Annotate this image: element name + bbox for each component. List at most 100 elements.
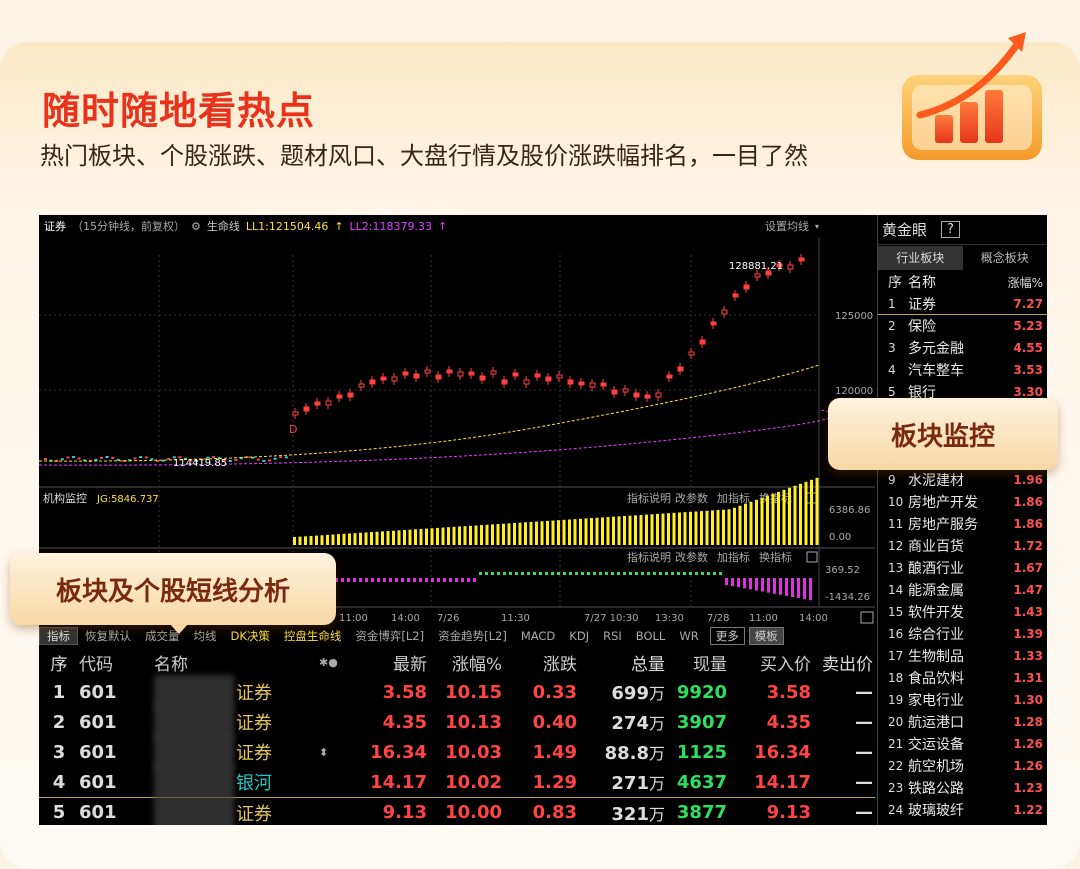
indicator2-bar bbox=[413, 578, 416, 582]
sector-row[interactable]: 24 玻璃玻纤 1.22 bbox=[878, 799, 1047, 821]
tab-industry[interactable]: 行业板块 bbox=[878, 246, 963, 270]
sector-row[interactable]: 9 水泥建材 1.96 bbox=[878, 469, 1047, 491]
col-header-pct[interactable]: 涨幅% bbox=[1003, 274, 1043, 291]
template-button[interactable]: 模板 bbox=[748, 627, 784, 645]
table-row[interactable]: 1 601 证券 3.58 10.15 0.33 699万 9920 3.58 … bbox=[39, 675, 875, 709]
candle bbox=[292, 411, 299, 416]
indicator1-bar bbox=[766, 495, 769, 545]
indicator1-bar bbox=[749, 501, 753, 545]
sector-row[interactable]: 12 商业百货 1.72 bbox=[878, 535, 1047, 557]
row-vol-value: 321 bbox=[611, 803, 649, 825]
indicator2-bar bbox=[491, 572, 494, 575]
indicator1-bar bbox=[650, 514, 654, 545]
sector-monitor-badge: 板块监控 bbox=[828, 398, 1058, 470]
sector-row[interactable]: 10 房地产开发 1.86 bbox=[878, 491, 1047, 513]
sector-row[interactable]: 14 能源金属 1.47 bbox=[878, 579, 1047, 601]
sector-row[interactable]: 19 家电行业 1.30 bbox=[878, 689, 1047, 711]
indicator1-bar bbox=[667, 513, 670, 545]
toolbar-item[interactable]: MACD bbox=[514, 629, 562, 643]
col-header-bid[interactable]: 买入价 bbox=[727, 650, 811, 675]
sector-row[interactable]: 3 多元金融 4.55 bbox=[878, 337, 1047, 359]
col-header-name[interactable]: 名称 bbox=[154, 650, 319, 675]
sector-row[interactable]: 17 生物制品 1.33 bbox=[878, 645, 1047, 667]
sector-row[interactable]: 11 房地产服务 1.86 bbox=[878, 513, 1047, 535]
col-header-code[interactable]: 代码 bbox=[79, 650, 154, 675]
toolbar-item[interactable]: 资金博弈[L2] bbox=[348, 628, 431, 644]
table-row[interactable]: 4 601 银河 14.17 10.02 1.29 271万 4637 14.1… bbox=[39, 765, 875, 799]
toolbar-item[interactable]: 恢复默认 bbox=[78, 628, 138, 644]
indicator2-link[interactable]: 换指标 bbox=[759, 550, 792, 564]
sector-row[interactable]: 4 汽车整车 3.53 bbox=[878, 359, 1047, 381]
indicator2-bar bbox=[743, 578, 746, 589]
toolbar-item[interactable]: 资金趋势[L2] bbox=[431, 628, 514, 644]
indicator2-link[interactable]: 加指标 bbox=[717, 550, 750, 564]
toolbar-item[interactable]: 均线 bbox=[187, 628, 224, 644]
indicator1-link[interactable]: 换指标 bbox=[759, 491, 792, 505]
sector-row[interactable]: 22 航空机场 1.26 bbox=[878, 755, 1047, 777]
sector-row[interactable]: 1 证券 7.27 bbox=[878, 293, 1047, 315]
indicator2-link[interactable]: 指标说明 bbox=[627, 550, 671, 564]
candle bbox=[380, 376, 387, 381]
indicator1-link[interactable]: 加指标 bbox=[717, 491, 750, 505]
indicator2-bar bbox=[581, 572, 584, 575]
toolbar-item[interactable]: 指标 bbox=[39, 627, 78, 645]
indicator2-bar bbox=[587, 572, 590, 575]
sector-row[interactable]: 13 酿酒行业 1.67 bbox=[878, 557, 1047, 579]
indicator2-bar bbox=[623, 572, 626, 575]
toolbar-item[interactable]: WR bbox=[672, 629, 705, 643]
col-header-pct[interactable]: 涨幅% bbox=[427, 650, 502, 675]
row-last: 3.58 bbox=[382, 681, 427, 703]
time-tick: 11:00 bbox=[749, 613, 778, 624]
col-header-ask[interactable]: 卖出价 bbox=[811, 650, 873, 675]
indicator2-bar bbox=[767, 578, 770, 593]
row-name: 证券 bbox=[236, 713, 272, 734]
tab-concept[interactable]: 概念板块 bbox=[963, 246, 1048, 270]
sector-row[interactable]: 21 交运设备 1.26 bbox=[878, 733, 1047, 755]
sector-row[interactable]: 15 软件开发 1.43 bbox=[878, 601, 1047, 623]
sector-row[interactable]: 23 铁路公路 1.23 bbox=[878, 777, 1047, 799]
indicator1-link[interactable]: 改参数 bbox=[675, 491, 708, 505]
toolbar-item[interactable]: 控盘生命线 bbox=[277, 628, 349, 644]
indicator2-bar bbox=[761, 578, 764, 592]
sector-row[interactable]: 18 食品饮料 1.31 bbox=[878, 667, 1047, 689]
toolbar-item[interactable]: DK决策 bbox=[224, 628, 277, 644]
candle bbox=[611, 389, 618, 395]
chevron-right-icon[interactable] bbox=[860, 611, 874, 624]
indicator2-bar bbox=[365, 578, 368, 582]
indicator2-bar bbox=[785, 578, 788, 596]
indicator2-bar bbox=[677, 572, 680, 575]
candle bbox=[677, 366, 684, 372]
table-row[interactable]: 2 601 证券 4.35 10.13 0.40 274万 3907 4.35 … bbox=[39, 705, 875, 739]
candle bbox=[578, 381, 585, 386]
sector-pct: 1.22 bbox=[1013, 803, 1043, 817]
sector-pct: 1.28 bbox=[1013, 715, 1043, 729]
sector-row[interactable]: 2 保险 5.23 bbox=[878, 315, 1047, 337]
toolbar-item[interactable]: RSI bbox=[596, 629, 629, 643]
row-no: 1 bbox=[52, 681, 66, 703]
help-button[interactable]: ? bbox=[941, 221, 960, 238]
more-button[interactable]: 更多 bbox=[709, 627, 745, 645]
col-header-no[interactable]: 序 bbox=[39, 650, 79, 675]
candle bbox=[655, 392, 662, 398]
table-row[interactable]: 5 601 证券 9.13 10.00 0.83 321万 3877 9.13 … bbox=[39, 795, 875, 825]
indicator1-link[interactable]: 指标说明 bbox=[627, 491, 671, 505]
row-name-cell: 证券 bbox=[154, 705, 319, 739]
sector-row[interactable]: 20 航运港口 1.28 bbox=[878, 711, 1047, 733]
indicator2-link[interactable]: 改参数 bbox=[675, 550, 708, 564]
toolbar-item[interactable]: BOLL bbox=[629, 629, 673, 643]
table-row[interactable]: 3 601 证券 ⬍ 16.34 10.03 1.49 88.8万 1125 1… bbox=[39, 735, 875, 769]
row-ask: — bbox=[855, 681, 873, 703]
close-icon[interactable] bbox=[806, 551, 818, 563]
row-bid: 4.35 bbox=[766, 711, 811, 733]
indicator2-bar bbox=[473, 578, 476, 582]
col-header-vol[interactable]: 总量 bbox=[577, 650, 665, 675]
col-header-last[interactable]: 最新 bbox=[354, 650, 427, 675]
toolbar-item[interactable]: KDJ bbox=[562, 629, 596, 643]
indicator2-bar bbox=[731, 578, 734, 587]
col-header-now[interactable]: 现量 bbox=[665, 650, 727, 675]
indicator2-bar bbox=[533, 572, 536, 575]
sector-row[interactable]: 16 综合行业 1.39 bbox=[878, 623, 1047, 645]
col-header-chg[interactable]: 涨跌 bbox=[502, 650, 577, 675]
row-name: 银河 bbox=[236, 773, 272, 794]
sector-pct: 5.23 bbox=[1013, 319, 1043, 333]
